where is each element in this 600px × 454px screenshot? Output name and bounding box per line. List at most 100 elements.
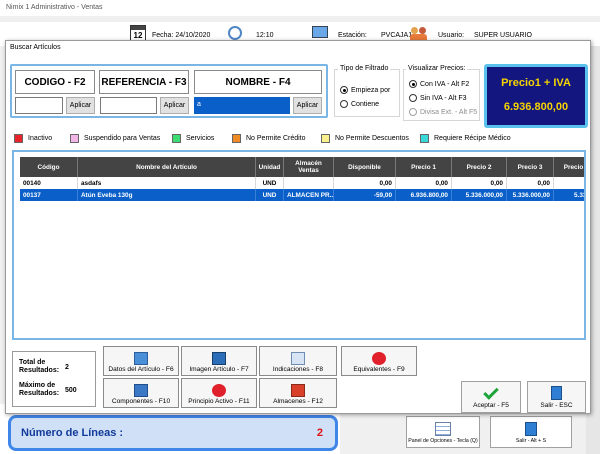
nombre-input[interactable]: a: [194, 97, 290, 114]
cell-precio2: 0,00: [452, 177, 507, 189]
equivalents-button[interactable]: Equivalentes - F9: [341, 346, 417, 376]
warehouses-button[interactable]: Almacenes - F12: [259, 378, 337, 408]
options-list-icon: [435, 422, 451, 436]
legend-label: Inactivo: [28, 134, 53, 142]
col-almacen[interactable]: Almacén Ventas: [284, 157, 334, 177]
options-panel-label: Panel de Opciones - Tecla (Q): [408, 438, 478, 444]
line-count-label: Número de Líneas :: [21, 427, 124, 439]
usuario-label: Usuario:: [438, 32, 465, 39]
line-count-value: 2: [316, 427, 323, 439]
codigo-input[interactable]: [15, 97, 63, 114]
filter-contains-label: Contiene: [351, 100, 380, 108]
radio-dot: [340, 100, 348, 108]
image-icon: [212, 352, 226, 365]
price-with-iva-radio[interactable]: Con IVA - Alt F2: [409, 80, 469, 88]
line-count-box: Número de Líneas : 2: [8, 415, 338, 451]
referencia-input[interactable]: [100, 97, 157, 114]
cell-codigo: 00140: [20, 177, 78, 189]
cell-nombre: asdafs: [78, 177, 256, 189]
app-title-bar: Nimix 1 Administrativo - Ventas: [0, 0, 600, 16]
filter-starts-with-label: Empieza por: [351, 86, 391, 94]
pen-icon: [291, 352, 305, 365]
filter-contains-radio[interactable]: Contiene: [340, 100, 379, 108]
article-data-button[interactable]: Datos del Artículo - F6: [103, 346, 179, 376]
articles-grid: Código Nombre del Artículo Unidad Almacé…: [12, 150, 586, 340]
legend-label: No Permite Descuentos: [335, 134, 409, 142]
article-data-label: Datos del Artículo - F6: [108, 366, 174, 373]
active-ingredient-label: Principio Activo - F11: [188, 398, 250, 405]
cell-codigo: 00137: [20, 189, 78, 201]
results-stats-box: Total de Resultados: 2 Máximo de Resulta…: [12, 351, 96, 407]
indications-button[interactable]: Indicaciones - F8: [259, 346, 337, 376]
clock-icon: [228, 26, 242, 40]
legend-label: No Permite Crédito: [246, 134, 306, 142]
total-label-2: Resultados:: [19, 367, 60, 374]
radio-dot: [409, 94, 417, 102]
exit-label: Salir - ESC: [540, 402, 573, 409]
col-nombre[interactable]: Nombre del Artículo: [78, 157, 256, 177]
warehouses-label: Almacenes - F12: [273, 398, 323, 405]
equivalents-label: Equivalentes - F9: [353, 366, 405, 373]
referencia-search-header[interactable]: REFERENCIA - F3: [99, 70, 189, 94]
status-legend: Inactivo Suspendido para Ventas Servicio…: [14, 133, 574, 143]
dialog-title: Buscar Artículos: [10, 44, 61, 51]
legend-swatch: [232, 133, 241, 143]
accept-label: Aceptar - F5: [473, 402, 509, 409]
total-results-value: 2: [65, 364, 69, 371]
options-panel-button[interactable]: Panel de Opciones - Tecla (Q): [406, 416, 480, 448]
legend-swatch: [321, 133, 330, 143]
medical-cross-icon: [212, 384, 226, 397]
max-results-value: 500: [65, 387, 77, 394]
legend-swatch: [420, 133, 429, 143]
referencia-apply-button[interactable]: Aplicar: [160, 97, 189, 114]
exit-alt-s-button[interactable]: Salir - Alt + S: [490, 416, 572, 448]
selected-price-box: Precio1 + IVA 6.936.800,00: [484, 64, 588, 128]
filter-starts-with-radio[interactable]: Empieza por: [340, 86, 390, 94]
price-view-legend: Visualizar Precios:: [406, 65, 468, 72]
nombre-apply-button[interactable]: Aplicar: [293, 97, 322, 114]
col-precio3[interactable]: Precio 3: [507, 157, 554, 177]
active-ingredient-button[interactable]: Principio Activo - F11: [181, 378, 257, 408]
codigo-search-header[interactable]: CODIGO - F2: [15, 70, 95, 94]
cell-precio4: 5.336: [554, 189, 584, 201]
nombre-search-header[interactable]: NOMBRE - F4: [194, 70, 322, 94]
legend-label: Requiere Récipe Médico: [434, 134, 511, 142]
radio-dot: [409, 108, 417, 116]
cell-precio3: 5.336.000,00: [507, 189, 554, 201]
accept-button[interactable]: Aceptar - F5: [461, 381, 521, 413]
exit-button[interactable]: Salir - ESC: [527, 381, 586, 413]
legend-no-credit: No Permite Crédito: [232, 133, 306, 143]
cell-disponible: 0,00: [334, 177, 396, 189]
price-foreign-currency-radio[interactable]: Divisa Ext. - Alt F5: [409, 108, 477, 116]
components-label: Componentes - F10: [111, 398, 171, 405]
exit-alt-s-label: Salir - Alt + S: [515, 438, 547, 444]
components-button[interactable]: Componentes - F10: [103, 378, 179, 408]
radio-dot: [340, 86, 348, 94]
indications-label: Indicaciones - F8: [272, 366, 324, 373]
check-icon: [483, 384, 499, 400]
exit-door-icon: [551, 386, 562, 400]
max-label-1: Máximo de: [19, 382, 56, 389]
price-without-iva-radio[interactable]: Sin IVA - Alt F3: [409, 94, 467, 102]
exit-door-icon: [525, 422, 537, 436]
col-precio2[interactable]: Precio 2: [452, 157, 507, 177]
col-unidad[interactable]: Unidad: [256, 157, 284, 177]
col-codigo[interactable]: Código: [20, 157, 78, 177]
app-title: Nimix 1 Administrativo - Ventas: [6, 4, 103, 11]
table-row-selected[interactable]: 00137 Atún Eveba 130g UND ALMACEN PR... …: [14, 189, 584, 201]
col-disponible[interactable]: Disponible: [334, 157, 396, 177]
cell-nombre: Atún Eveba 130g: [78, 189, 256, 201]
cell-almacen: [284, 177, 334, 189]
codigo-apply-button[interactable]: Aplicar: [66, 97, 95, 114]
article-image-button[interactable]: Imagen Artículo - F7: [181, 346, 257, 376]
col-precio4[interactable]: Precio: [554, 157, 584, 177]
price-box-title: Precio1 + IVA: [501, 77, 571, 89]
total-label-1: Total de: [19, 359, 46, 366]
price-box-value: 6.936.800,00: [503, 101, 569, 113]
table-row[interactable]: 00140 asdafs UND 0,00 0,00 0,00 0,00: [14, 177, 584, 189]
components-icon: [134, 384, 148, 397]
max-label-2: Resultados:: [19, 390, 60, 397]
col-precio1[interactable]: Precio 1: [396, 157, 452, 177]
legend-suspended: Suspendido para Ventas: [70, 133, 160, 143]
legend-swatch: [172, 133, 181, 143]
